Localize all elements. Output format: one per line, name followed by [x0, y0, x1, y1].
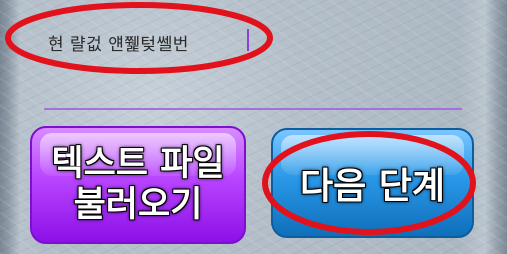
load-text-file-label-line2: 불러오기 — [73, 185, 203, 225]
next-step-button[interactable]: 다음 단계 — [271, 128, 474, 238]
text-input-value: 현 랼겂 얜쮍텆쎌번 — [48, 35, 189, 55]
input-underline-divider — [44, 108, 462, 110]
load-text-file-button[interactable]: 텍스트 파일 불러오기 — [30, 126, 246, 244]
text-cursor — [247, 29, 249, 51]
text-input-field[interactable]: 현 랼겂 얜쮍텆쎌번 — [22, 8, 452, 68]
next-step-label: 다음 단계 — [299, 166, 445, 207]
load-text-file-label: 텍스트 파일 불러오기 — [51, 144, 224, 227]
load-text-file-label-line1: 텍스트 파일 — [51, 143, 225, 184]
